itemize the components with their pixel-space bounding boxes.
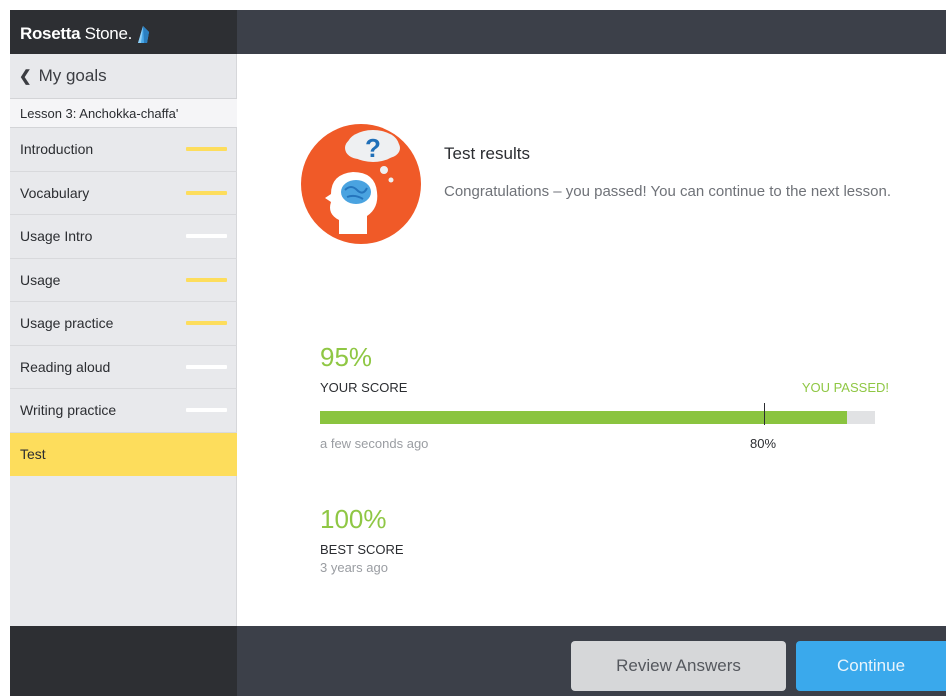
section-progress-indicator [186,364,227,369]
footer-left-area [10,626,237,696]
sidebar-item-label: Usage Intro [20,228,93,245]
your-score-time: a few seconds ago [320,436,429,451]
sidebar: ❮ My goals Lesson 3: Anchokka-chaffa' In… [10,54,237,626]
sidebar-item-label: Vocabulary [20,184,90,201]
svg-text:?: ? [365,133,381,163]
best-score-percent: 100% [320,504,387,534]
review-answers-button[interactable]: Review Answers [571,641,786,691]
best-score-label: BEST SCORE [320,542,404,557]
section-progress-indicator [186,321,227,326]
window-frame-left [0,10,10,696]
best-score-time: 3 years ago [320,560,388,575]
lesson-title: Lesson 3: Anchokka-chaffa' [10,98,237,128]
chevron-left-icon: ❮ [19,68,32,85]
sidebar-item-writing-practice[interactable]: Writing practice [10,389,237,433]
your-score-label: YOUR SCORE [320,380,408,395]
sidebar-item-usage-practice[interactable]: Usage practice [10,302,237,346]
sidebar-item-reading-aloud[interactable]: Reading aloud [10,346,237,389]
your-score-percent: 95% [320,342,373,372]
sidebar-item-introduction[interactable]: Introduction [10,128,237,172]
passing-threshold-marker [764,403,765,425]
logo-stone-icon [138,26,150,43]
lesson-sections-nav: Introduction Vocabulary Usage Intro Usage Us… [10,128,237,476]
sidebar-item-vocabulary[interactable]: Vocabulary [10,172,237,215]
passed-status: YOU PASSED! [801,380,889,395]
test-results-message: Congratulations – you passed! You can co… [444,183,891,200]
window-frame-top [0,0,946,10]
header-bar [237,10,946,54]
sidebar-item-label: Introduction [20,141,94,158]
score-progress-bar [320,403,875,425]
passing-threshold-label: 80% [750,436,777,451]
rosetta-stone-logo: Rosetta Stone. [20,21,151,47]
sidebar-item-label: Reading aloud [20,358,111,375]
thinking-head-question-icon: ? [301,124,421,244]
sidebar-item-test[interactable]: Test [10,432,237,476]
sidebar-item-label: Usage practice [20,315,114,332]
sidebar-item-label: Usage [20,271,61,288]
section-progress-indicator [186,147,227,152]
section-progress-indicator [186,277,227,282]
section-progress-indicator [186,408,227,413]
score-progress-fill [320,411,848,424]
back-link-label: My goals [38,66,107,85]
sidebar-item-usage[interactable]: Usage [10,259,237,302]
section-progress-indicator [186,190,227,195]
sidebar-item-usage-intro[interactable]: Usage Intro [10,215,237,259]
continue-button[interactable]: Continue [796,641,946,691]
test-results-title: Test results [444,144,530,163]
sidebar-item-label: Writing practice [20,402,117,419]
back-to-my-goals-link[interactable]: ❮ My goals [10,54,237,98]
section-progress-indicator [186,234,227,239]
sidebar-item-label: Test [20,446,46,463]
